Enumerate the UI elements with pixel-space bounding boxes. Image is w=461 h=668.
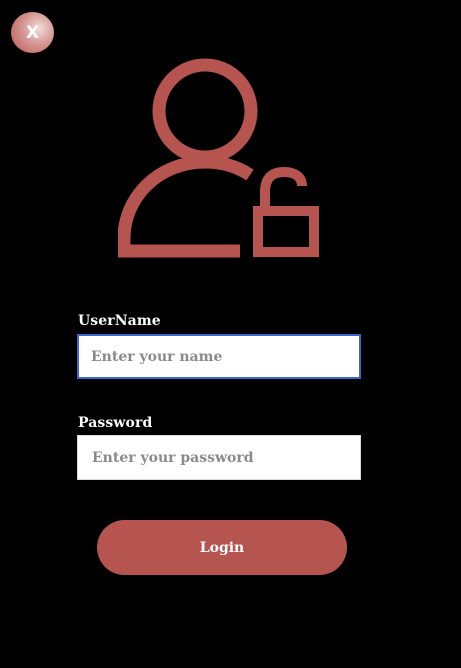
close-button[interactable]: X bbox=[11, 12, 54, 53]
username-input[interactable] bbox=[77, 334, 361, 379]
login-button[interactable]: Login bbox=[97, 520, 347, 575]
close-icon: X bbox=[25, 22, 40, 43]
user-unlock-icon bbox=[118, 58, 319, 258]
password-label: Password bbox=[78, 415, 153, 431]
password-input[interactable] bbox=[77, 435, 361, 480]
login-window: X UserName Password Login bbox=[0, 0, 461, 668]
username-label: UserName bbox=[78, 313, 161, 329]
